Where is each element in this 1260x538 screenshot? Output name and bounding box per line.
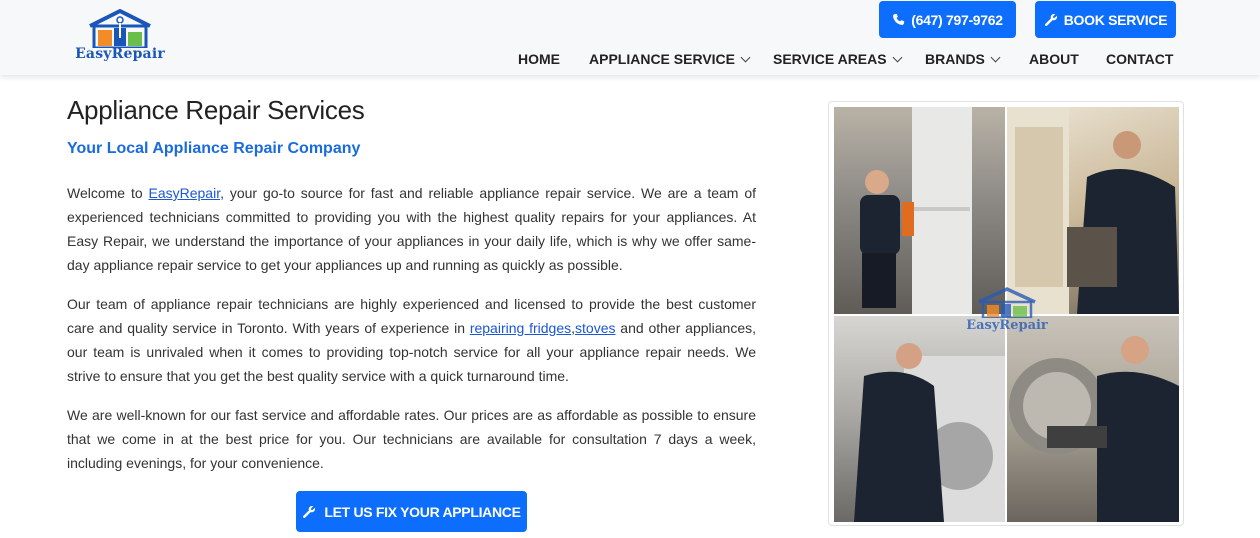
phone-icon (893, 13, 905, 25)
chevron-down-icon (892, 52, 903, 62)
rates-paragraph: We are well-known for our fast service a… (67, 407, 756, 471)
book-service-label: BOOK SERVICE (1063, 11, 1168, 28)
watermark-text: EasyRepair (966, 318, 1048, 333)
nav-contact[interactable]: CONTACT (1106, 51, 1173, 67)
logo-house-icon (89, 9, 151, 50)
phone-button-label: (647) 797-9762 (911, 11, 1003, 28)
nav-about[interactable]: ABOUT (1029, 51, 1079, 67)
nav-home[interactable]: HOME (518, 51, 560, 67)
fix-appliance-label: LET US FIX YOUR APPLIANCE (324, 503, 521, 520)
team-paragraph: Our team of appliance repair technicians… (67, 292, 756, 388)
nav-brands-label: BRANDS (925, 51, 985, 67)
collage-watermark-logo: EasyRepair (957, 286, 1057, 346)
photo-technician-washer (1007, 107, 1179, 314)
nav-appliance-service-label: APPLIANCE SERVICE (589, 51, 735, 67)
chevron-down-icon (740, 52, 751, 62)
nav-appliance-service[interactable]: APPLIANCE SERVICE (589, 51, 751, 67)
nav-contact-label: CONTACT (1106, 51, 1174, 67)
book-service-button[interactable]: BOOK SERVICE (1035, 1, 1176, 38)
photo-technician-drum (1007, 316, 1179, 522)
intro-paragraph: Welcome to EasyRepair, your go-to source… (67, 181, 756, 277)
nav-service-areas-label: SERVICE AREAS (773, 51, 887, 67)
nav-brands[interactable]: BRANDS (925, 51, 1001, 67)
fix-appliance-button[interactable]: LET US FIX YOUR APPLIANCE (296, 491, 527, 532)
wrench-icon (1044, 13, 1057, 26)
stoves-link[interactable]: stoves (575, 320, 615, 336)
repairing-fridges-link[interactable]: repairing fridges (470, 320, 571, 336)
chevron-down-icon (990, 52, 1001, 62)
nav-about-label: ABOUT (1029, 51, 1079, 67)
easyrepair-link[interactable]: EasyRepair (149, 185, 221, 201)
main-nav: HOME APPLIANCE SERVICE SERVICE AREAS BRA… (0, 51, 1260, 69)
page-subtitle: Your Local Appliance Repair Company (67, 140, 361, 157)
page-title: Appliance Repair Services (67, 95, 365, 125)
nav-service-areas[interactable]: SERVICE AREAS (773, 51, 903, 67)
photo-technician-dryer (834, 316, 1005, 522)
nav-home-label: HOME (518, 51, 560, 67)
watermark-house-icon (978, 287, 1036, 320)
wrench-icon (303, 505, 316, 518)
photo-technician-fridge (834, 107, 1005, 314)
site-header: EasyRepair (647) 797-9762 BOOK SERVICE H… (0, 0, 1260, 75)
paragraph-text: Welcome to (67, 185, 149, 201)
phone-button[interactable]: (647) 797-9762 (879, 1, 1016, 38)
technicians-collage-image: EasyRepair (828, 101, 1184, 526)
